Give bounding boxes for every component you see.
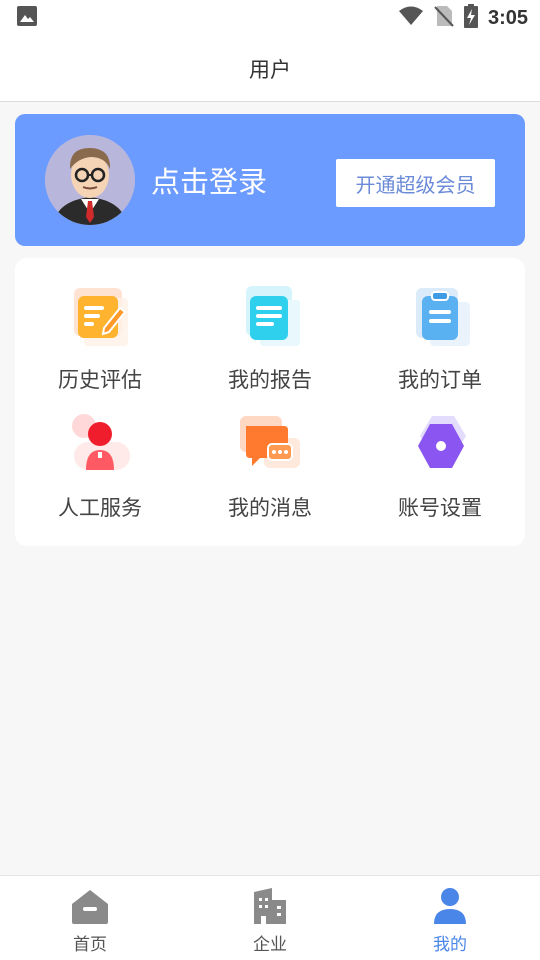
page-header: 用户	[0, 36, 540, 102]
history-assessment-icon	[64, 284, 136, 356]
user-icon	[430, 886, 470, 926]
vip-membership-button[interactable]: 开通超级会员	[336, 159, 495, 207]
report-icon	[234, 284, 306, 356]
bottom-tab-bar: 首页 企业 我的	[0, 875, 540, 960]
battery-charging-icon	[463, 4, 478, 32]
menu-item-customer-service[interactable]: 人工服务	[15, 386, 185, 520]
page-title: 用户	[249, 57, 291, 82]
wifi-icon	[398, 5, 424, 31]
profile-card[interactable]: 点击登录 开通超级会员	[15, 114, 525, 246]
menu-item-orders[interactable]: 我的订单	[355, 258, 525, 392]
menu-item-report[interactable]: 我的报告	[185, 258, 355, 392]
menu-item-account-settings[interactable]: 账号设置	[355, 386, 525, 520]
message-icon	[234, 412, 306, 484]
menu-label: 我的消息	[228, 496, 312, 520]
status-left	[16, 5, 38, 31]
avatar[interactable]	[45, 135, 135, 225]
order-clipboard-icon	[404, 284, 476, 356]
menu-label: 账号设置	[398, 496, 482, 520]
tab-mine[interactable]: 我的	[360, 876, 540, 960]
status-time: 3:05	[487, 6, 528, 29]
login-link[interactable]: 点击登录	[151, 159, 267, 201]
home-icon	[70, 886, 110, 926]
status-bar: 3:05	[0, 0, 540, 36]
no-sim-icon	[434, 5, 454, 31]
gallery-notification-icon	[16, 5, 38, 31]
menu-panel: 历史评估 我的报告 我的订单 人工服务 我的消息 账号设置	[15, 258, 525, 546]
menu-item-messages[interactable]: 我的消息	[185, 386, 355, 520]
tab-label: 我的	[433, 935, 467, 955]
menu-item-history[interactable]: 历史评估	[15, 258, 185, 392]
tab-label: 首页	[73, 935, 107, 955]
status-right: 3:05	[398, 4, 528, 32]
building-icon	[250, 886, 290, 926]
tab-home[interactable]: 首页	[0, 876, 180, 960]
tab-label: 企业	[253, 935, 287, 955]
tab-enterprise[interactable]: 企业	[180, 876, 360, 960]
account-settings-icon	[404, 412, 476, 484]
menu-label: 人工服务	[58, 496, 142, 520]
customer-service-icon	[64, 412, 136, 484]
